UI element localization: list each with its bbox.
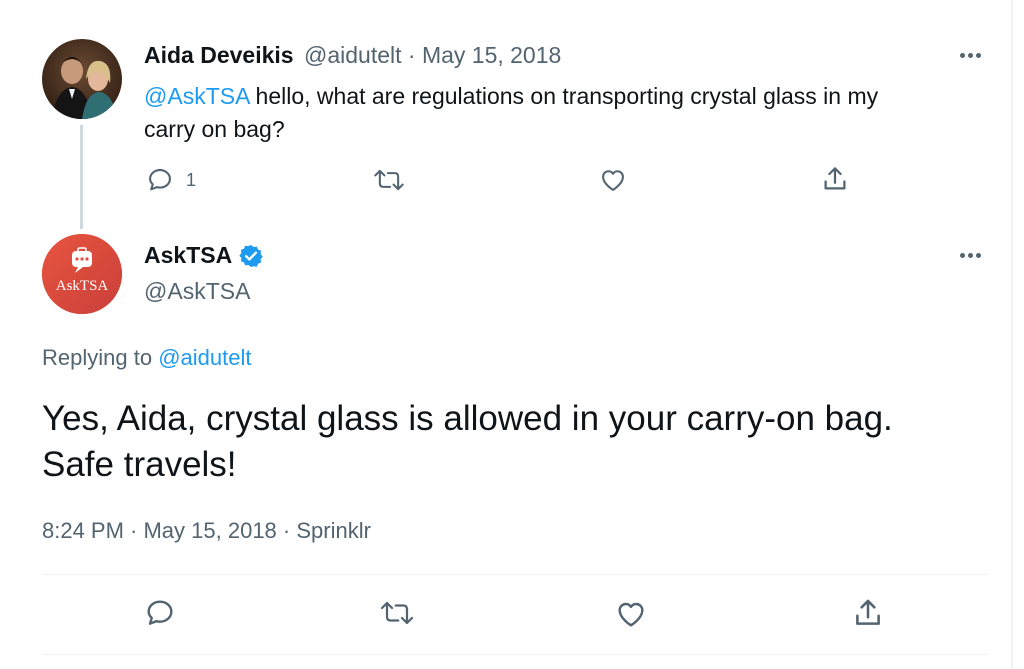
share-button[interactable] bbox=[820, 164, 850, 194]
reply-button[interactable]: 1 bbox=[146, 166, 196, 194]
reply-button[interactable] bbox=[144, 597, 176, 629]
tweet-meta[interactable]: 8:24 PM · May 15, 2018 · Sprinklr bbox=[42, 518, 371, 544]
avatar-text: AskTSA bbox=[55, 278, 109, 294]
verified-badge-icon bbox=[239, 244, 263, 267]
replying-handle-link[interactable]: @aidutelt bbox=[158, 345, 251, 370]
author-row: AskTSA bbox=[144, 242, 264, 269]
like-button[interactable] bbox=[598, 166, 628, 194]
like-button[interactable] bbox=[614, 598, 648, 630]
share-icon bbox=[856, 599, 880, 625]
reply-icon bbox=[149, 169, 171, 191]
tweet-header: Aida Deveikis @aidutelt · May 15, 2018 bbox=[144, 42, 561, 69]
retweet-icon bbox=[380, 601, 414, 625]
reply-count: 1 bbox=[186, 169, 197, 190]
tweet-text: @AskTSA hello, what are regulations on t… bbox=[144, 80, 878, 146]
share-button[interactable] bbox=[851, 596, 885, 630]
author-handle[interactable]: @AskTSA bbox=[144, 278, 250, 305]
divider bbox=[42, 574, 988, 575]
tweet-text-line1: hello, what are regulations on transport… bbox=[249, 83, 879, 109]
replying-to: Replying to @aidutelt bbox=[42, 345, 251, 371]
replying-label: Replying to bbox=[42, 345, 159, 370]
like-icon bbox=[618, 602, 644, 627]
retweet-button[interactable] bbox=[379, 598, 415, 628]
profile-photo bbox=[42, 39, 122, 119]
author-name[interactable]: Aida Deveikis bbox=[144, 42, 294, 68]
retweet-icon bbox=[374, 169, 404, 191]
avatar[interactable]: AskTSA bbox=[42, 234, 122, 314]
reply-icon bbox=[147, 600, 173, 625]
share-icon bbox=[824, 167, 846, 190]
author-name[interactable]: AskTSA bbox=[144, 242, 232, 269]
mention-link[interactable]: @AskTSA bbox=[144, 83, 249, 109]
tweet-thread: Aida Deveikis @aidutelt · May 15, 2018 @… bbox=[0, 0, 1024, 669]
more-options-button[interactable] bbox=[950, 41, 990, 69]
main-tweet-text-line1: Yes, Aida, crystal glass is allowed in y… bbox=[42, 399, 893, 438]
divider bbox=[42, 654, 988, 655]
thread-connector bbox=[80, 125, 83, 229]
main-tweet-text-line2: Safe travels! bbox=[42, 445, 237, 484]
tweet-text-line2: carry on bag? bbox=[144, 116, 285, 142]
retweet-button[interactable] bbox=[373, 166, 405, 194]
avatar[interactable] bbox=[42, 39, 122, 119]
asktsa-logo bbox=[42, 234, 122, 314]
column-border bbox=[1011, 0, 1013, 669]
like-icon bbox=[602, 170, 624, 191]
main-tweet-text: Yes, Aida, crystal glass is allowed in y… bbox=[42, 396, 893, 488]
more-options-button[interactable] bbox=[950, 241, 990, 269]
handle-and-date[interactable]: @aidutelt · May 15, 2018 bbox=[304, 42, 561, 68]
